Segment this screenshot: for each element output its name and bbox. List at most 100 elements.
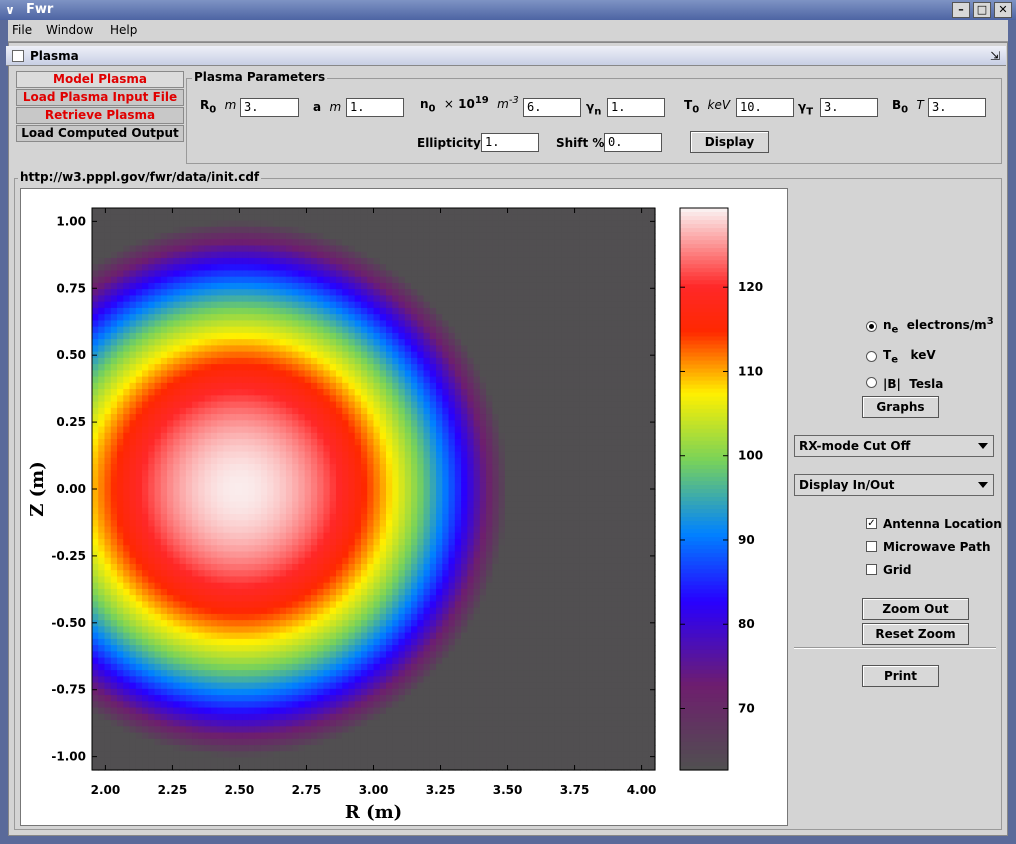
- heatmap-cell: [235, 376, 243, 384]
- heatmap-cell: [185, 295, 193, 303]
- heatmap-cell: [417, 607, 425, 615]
- heatmap-cell: [123, 638, 131, 646]
- heatmap-cell: [342, 276, 350, 284]
- heatmap-cell: [154, 401, 162, 409]
- heatmap-cell: [110, 738, 118, 746]
- heatmap-cell: [92, 370, 99, 378]
- heatmap-cell: [423, 451, 431, 459]
- menu-help[interactable]: Help: [110, 23, 137, 37]
- heatmap-cell: [92, 445, 99, 453]
- close-icon[interactable]: ✕: [994, 2, 1012, 18]
- heatmap-cell: [242, 645, 249, 652]
- heatmap-cell: [423, 295, 431, 303]
- density-heatmap[interactable]: 2.00 2.25 2.50 2.75 3.00 3.25 3.50 3.75 4.001.00…: [21, 189, 787, 825]
- heatmap-cell: [223, 232, 231, 240]
- heatmap-cell: [279, 276, 287, 284]
- heatmap-cell: [254, 370, 262, 378]
- heatmap-cell: [129, 232, 137, 240]
- n0-input[interactable]: 6.: [523, 98, 581, 117]
- heatmap-cell: [273, 351, 281, 359]
- heatmap-cell: [185, 582, 193, 590]
- heatmap-cell: [179, 432, 187, 440]
- heatmap-cell: [192, 670, 199, 677]
- heatmap-cell: [179, 407, 187, 415]
- heatmap-cell: [417, 432, 425, 440]
- heatmap-cell: [229, 314, 237, 321]
- heatmap-cell: [317, 289, 325, 297]
- heatmap-cell: [379, 376, 387, 384]
- r0-input[interactable]: 3.: [240, 98, 299, 117]
- heatmap-cell: [298, 239, 306, 247]
- heatmap-cell: [348, 645, 356, 652]
- heatmap-cell: [379, 395, 387, 403]
- heatmap-cell: [429, 551, 437, 559]
- heatmap-cell: [198, 482, 206, 490]
- heatmap-cell: [423, 282, 431, 290]
- heatmap-cell: [367, 595, 375, 602]
- heatmap-cell: [323, 332, 331, 340]
- heatmap-cell: [392, 738, 400, 746]
- heatmap-cell: [154, 445, 162, 453]
- heatmap-cell: [379, 245, 387, 253]
- heatmap-cell: [417, 332, 425, 340]
- heatmap-cell: [392, 226, 400, 234]
- heatmap-cell: [367, 682, 375, 690]
- heatmap-cell: [142, 320, 149, 328]
- b0-input[interactable]: 3.: [928, 98, 986, 117]
- heatmap-cell: [298, 682, 306, 690]
- gamma-n-input[interactable]: 1.: [607, 98, 665, 117]
- heatmap-cell: [360, 720, 368, 727]
- heatmap-cell: [417, 532, 425, 540]
- heatmap-cell: [367, 688, 375, 696]
- t0-input[interactable]: 10.: [736, 98, 794, 117]
- restore-icon[interactable]: ⇲: [990, 49, 1000, 63]
- tab-model-plasma[interactable]: Model Plasma: [16, 71, 184, 88]
- window-menu-icon[interactable]: ∨: [2, 2, 18, 18]
- heatmap-cell: [104, 339, 112, 346]
- heatmap-cell: [173, 663, 181, 671]
- display-button[interactable]: Display: [690, 131, 769, 153]
- heatmap-cell: [398, 426, 406, 434]
- heatmap-cell: [117, 682, 124, 690]
- heatmap-cell: [398, 208, 406, 215]
- tab-load-plasma-input[interactable]: Load Plasma Input File: [16, 89, 184, 106]
- menu-file[interactable]: File: [12, 23, 32, 37]
- heatmap-cell: [235, 757, 243, 765]
- maximize-icon[interactable]: □: [973, 2, 991, 18]
- heatmap-cell: [379, 407, 387, 415]
- tab-load-computed-output[interactable]: Load Computed Output: [16, 125, 184, 142]
- ellipticity-input[interactable]: 1.: [481, 133, 539, 152]
- heatmap-cell: [360, 538, 368, 546]
- heatmap-cell: [417, 620, 425, 627]
- heatmap-cell: [292, 245, 300, 253]
- heatmap-cell: [292, 551, 300, 559]
- minimize-icon[interactable]: –: [952, 2, 970, 18]
- heatmap-cell: [229, 251, 237, 259]
- heatmap-cell: [304, 357, 312, 365]
- a-input[interactable]: 1.: [346, 98, 404, 117]
- heatmap-cell: [417, 638, 425, 646]
- heatmap-cell: [198, 257, 206, 265]
- heatmap-cell: [254, 726, 262, 734]
- tab-retrieve-plasma[interactable]: Retrieve Plasma: [16, 107, 184, 124]
- heatmap-cell: [267, 545, 275, 553]
- heatmap-cell: [198, 289, 206, 297]
- heatmap-cell: [123, 607, 131, 615]
- heatmap-cell: [223, 332, 231, 340]
- heatmap-cell: [160, 613, 168, 621]
- heatmap-cell: [323, 657, 331, 665]
- heatmap-cell: [342, 389, 350, 396]
- t0-label: T0 keV: [684, 98, 731, 116]
- heatmap-cell: [242, 401, 249, 409]
- heatmap-cell: [217, 632, 224, 640]
- heatmap-cell: [148, 588, 156, 596]
- heatmap-cell: [411, 257, 418, 265]
- heatmap-cell: [179, 726, 187, 734]
- heatmap-cell: [248, 232, 256, 240]
- heatmap-cell: [235, 239, 243, 247]
- gamma-t-input[interactable]: 3.: [820, 98, 878, 117]
- heatmap-cell: [429, 713, 437, 721]
- heatmap-cell: [179, 757, 187, 765]
- menu-window[interactable]: Window: [46, 23, 93, 37]
- shift-input[interactable]: 0.: [604, 133, 662, 152]
